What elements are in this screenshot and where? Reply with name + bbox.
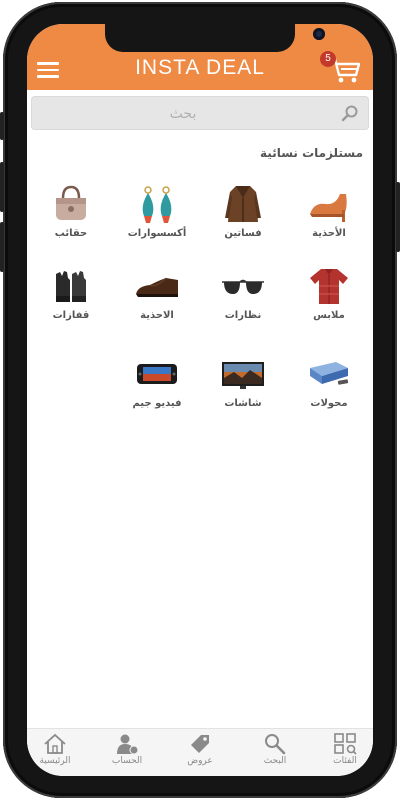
- category-glasses[interactable]: نظارات: [200, 266, 286, 336]
- categories-grid-icon: [334, 733, 357, 755]
- category-label: فساتين: [224, 228, 262, 239]
- category-label: الأحذية: [312, 228, 346, 239]
- bottom-nav: الفئات البحث عروض الحساب الرئيسية: [27, 728, 373, 776]
- shirt-icon: [310, 269, 348, 304]
- receiver-icon: [310, 362, 349, 385]
- men-shoe-icon: [136, 277, 178, 297]
- camera-icon: [313, 28, 325, 40]
- category-dresses[interactable]: فساتين: [200, 184, 286, 254]
- category-label: الاحذية: [140, 310, 174, 321]
- nav-label: الحساب: [111, 756, 143, 766]
- earrings-icon: [142, 186, 172, 223]
- nav-account[interactable]: الحساب: [97, 733, 157, 766]
- search-input[interactable]: [31, 96, 335, 132]
- nav-search[interactable]: البحث: [245, 733, 305, 766]
- category-label: شاشات: [224, 398, 262, 409]
- category-clothes[interactable]: ملابس: [286, 266, 372, 336]
- section-title: مستلزمات نسائية: [260, 146, 363, 160]
- tag-icon: [191, 735, 209, 753]
- tv-screen-icon: [222, 362, 264, 389]
- category-label: فيديو جيم: [132, 398, 182, 409]
- women-heels-icon: [310, 194, 347, 222]
- category-label: ملابس: [313, 310, 345, 321]
- home-icon: [44, 733, 66, 754]
- category-label: محولات: [310, 398, 348, 409]
- category-receivers[interactable]: محولات: [286, 354, 372, 424]
- nav-home[interactable]: الرئيسية: [27, 733, 85, 766]
- category-label: قفازات: [52, 310, 90, 321]
- nav-offers[interactable]: عروض: [170, 733, 230, 766]
- sunglasses-icon: [222, 279, 264, 294]
- nav-label: عروض: [187, 756, 213, 766]
- coat-dress-icon: [225, 186, 261, 222]
- search-icon[interactable]: [341, 104, 359, 122]
- search-icon: [265, 734, 286, 755]
- phone-side-button: [0, 222, 4, 272]
- account-icon: [117, 734, 139, 755]
- app-screen: INSTA DEAL 5 مستلزمات نسائية الأحذية: [27, 24, 373, 776]
- category-label: حقائب: [54, 228, 88, 239]
- category-accessories[interactable]: أكسسوارات: [114, 184, 200, 254]
- nav-categories[interactable]: الفئات: [315, 733, 373, 766]
- gloves-icon: [56, 271, 86, 302]
- nav-label: البحث: [263, 756, 287, 766]
- search-bar[interactable]: [31, 96, 369, 132]
- game-console-icon: [137, 364, 177, 384]
- category-label: أكسسوارات: [127, 228, 187, 239]
- category-screens[interactable]: شاشات: [200, 354, 286, 424]
- phone-notch: [105, 24, 325, 52]
- phone-side-button: [396, 182, 400, 252]
- category-video-games[interactable]: فيديو جيم: [114, 354, 200, 424]
- phone-side-button: [0, 112, 4, 140]
- category-gloves[interactable]: قفازات: [28, 266, 114, 336]
- handbag-icon: [56, 185, 86, 220]
- category-label: نظارات: [224, 310, 262, 321]
- nav-label: الرئيسية: [39, 756, 71, 766]
- cart-count-badge: 5: [320, 51, 336, 67]
- category-bags[interactable]: حقائب: [28, 184, 114, 254]
- category-women-shoes[interactable]: الأحذية: [286, 184, 372, 254]
- nav-label: الفئات: [333, 756, 357, 766]
- category-men-shoes[interactable]: الاحذية: [114, 266, 200, 336]
- phone-side-button: [0, 162, 4, 212]
